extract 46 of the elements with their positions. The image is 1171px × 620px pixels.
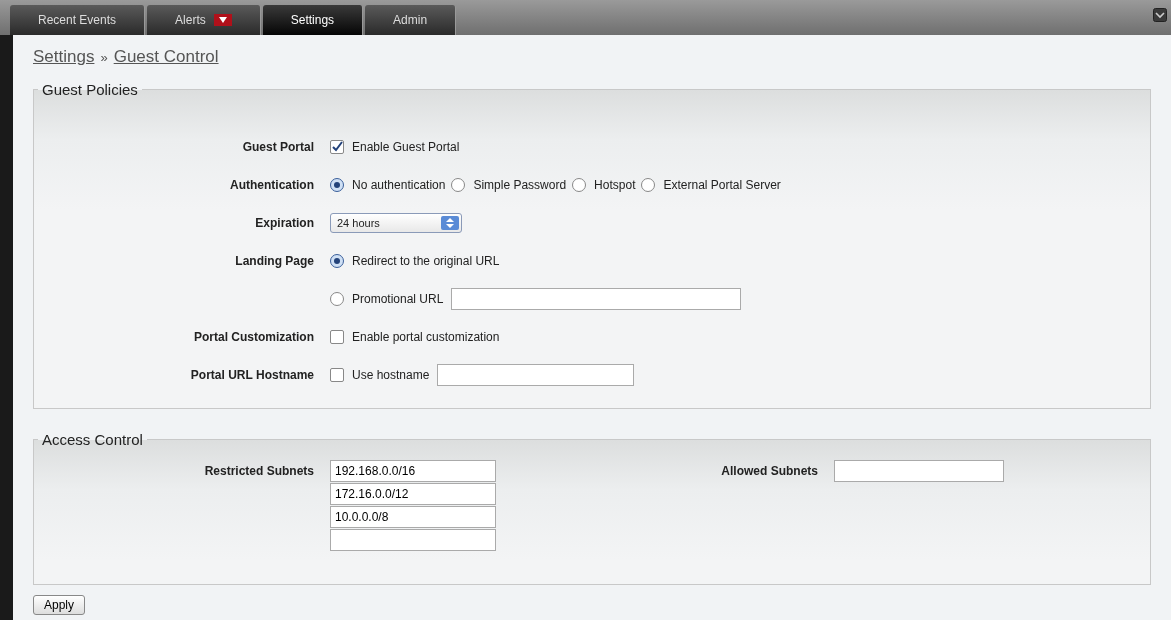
radio-button[interactable] (572, 178, 587, 192)
collapse-icon[interactable] (1153, 8, 1167, 22)
section-title: Guest Policies (41, 81, 139, 98)
radio-button[interactable] (641, 178, 656, 192)
stepper-icon (441, 216, 459, 230)
option-label: Promotional URL (352, 292, 444, 306)
apply-button[interactable]: Apply (33, 595, 86, 615)
input-field[interactable] (437, 364, 635, 386)
option-label: Use hostname (352, 368, 430, 382)
option-label: Simple Password (473, 178, 567, 192)
input-field[interactable]: 192.168.0.0/16 (330, 460, 496, 482)
field-label: Guest Portal (241, 140, 314, 154)
radio-button[interactable] (330, 254, 344, 268)
dropdown[interactable]: 24 hours (330, 213, 462, 233)
input-field[interactable] (330, 529, 496, 551)
option-label: Redirect to the original URL (352, 254, 500, 268)
breadcrumb-separator: » (100, 49, 108, 65)
input-field[interactable]: 172.16.0.0/12 (330, 483, 496, 505)
breadcrumb-link[interactable]: Settings (33, 47, 95, 67)
input-field[interactable] (834, 460, 1004, 482)
input-field[interactable] (451, 288, 742, 310)
radio-button[interactable] (330, 178, 344, 192)
tab[interactable]: Recent Events (10, 5, 146, 35)
option-label: No authentication (352, 178, 446, 192)
field-label: Landing Page (234, 254, 314, 268)
field-label: Authentication (229, 178, 314, 192)
field-label: Portal URL Hostname (189, 368, 314, 382)
option-label: External Portal Server (663, 178, 781, 192)
radio-button[interactable] (330, 292, 344, 306)
checkbox[interactable] (330, 140, 344, 154)
option-label: Enable Guest Portal (352, 140, 460, 154)
tab[interactable]: Admin (365, 5, 457, 35)
field-label: Expiration (254, 216, 314, 230)
option-label: Enable portal customization (352, 330, 500, 344)
section-title: Access Control (41, 431, 144, 448)
input-field[interactable]: 10.0.0.0/8 (330, 506, 496, 528)
tab[interactable]: Settings (262, 5, 364, 35)
checkbox[interactable] (330, 368, 344, 382)
field-label: Allowed Subnets (720, 463, 818, 478)
checkbox[interactable] (330, 330, 344, 344)
breadcrumb-link[interactable]: Guest Control (113, 47, 219, 67)
radio-button[interactable] (451, 178, 466, 192)
field-label: Restricted Subnets (203, 463, 314, 478)
tab[interactable]: Alerts (147, 5, 261, 35)
field-label: Portal Customization (193, 330, 314, 344)
option-label: Hotspot (594, 178, 636, 192)
